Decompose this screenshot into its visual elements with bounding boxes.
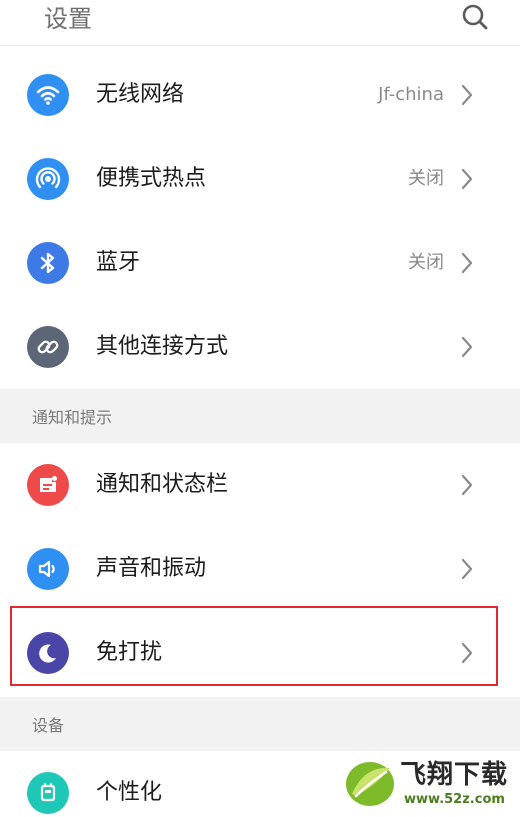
link-icon — [27, 326, 69, 368]
page-title: 设置 — [44, 5, 92, 33]
chevron-right-icon — [461, 168, 473, 190]
chevron-right-icon — [461, 474, 473, 496]
settings-item-sound-vibration[interactable]: 声音和振动 — [0, 527, 520, 611]
section-header-device: 设备 — [0, 697, 520, 751]
chevron-right-icon — [461, 558, 473, 580]
hotspot-value: 关闭 — [408, 168, 444, 189]
header-bar: 设置 — [0, 0, 520, 46]
personalize-label: 个性化 — [96, 780, 163, 805]
wifi-value: Jf-china — [378, 84, 444, 105]
bluetooth-icon — [27, 242, 69, 284]
watermark-name: 飞翔下载 — [400, 760, 509, 790]
hotspot-label: 便携式热点 — [96, 166, 207, 191]
wifi-label: 无线网络 — [96, 82, 185, 107]
notification-icon — [27, 464, 69, 506]
search-button[interactable] — [458, 0, 492, 34]
speaker-icon — [27, 548, 69, 590]
settings-item-other-connections[interactable]: 其他连接方式 — [0, 305, 520, 389]
settings-item-do-not-disturb[interactable]: 免打扰 — [0, 611, 520, 695]
search-icon — [462, 4, 488, 30]
do-not-disturb-label: 免打扰 — [96, 640, 163, 665]
section-title: 通知和提示 — [32, 408, 113, 427]
bluetooth-value: 关闭 — [408, 252, 444, 273]
hotspot-icon — [27, 158, 69, 200]
settings-item-bluetooth[interactable]: 蓝牙 关闭 — [0, 221, 520, 305]
settings-item-hotspot[interactable]: 便携式热点 关闭 — [0, 137, 520, 221]
watermark-url: www.52z.com — [404, 792, 505, 807]
notification-bar-label: 通知和状态栏 — [96, 472, 229, 497]
other-connections-label: 其他连接方式 — [96, 334, 229, 359]
chevron-right-icon — [461, 252, 473, 274]
settings-item-wifi[interactable]: 无线网络 Jf-china — [0, 53, 520, 137]
section-title: 设备 — [32, 716, 65, 735]
leaf-logo-icon — [346, 762, 394, 806]
sound-vibration-label: 声音和振动 — [96, 556, 207, 581]
watermark-logo: 飞翔下载 www.52z.com — [342, 756, 514, 814]
wifi-icon — [27, 74, 69, 116]
bluetooth-label: 蓝牙 — [96, 250, 141, 275]
settings-item-notification-bar[interactable]: 通知和状态栏 — [0, 443, 520, 527]
personalize-icon — [27, 772, 69, 814]
chevron-right-icon — [461, 642, 473, 664]
chevron-right-icon — [461, 336, 473, 358]
section-header-notifications: 通知和提示 — [0, 389, 520, 443]
moon-icon — [27, 632, 69, 674]
chevron-right-icon — [461, 84, 473, 106]
